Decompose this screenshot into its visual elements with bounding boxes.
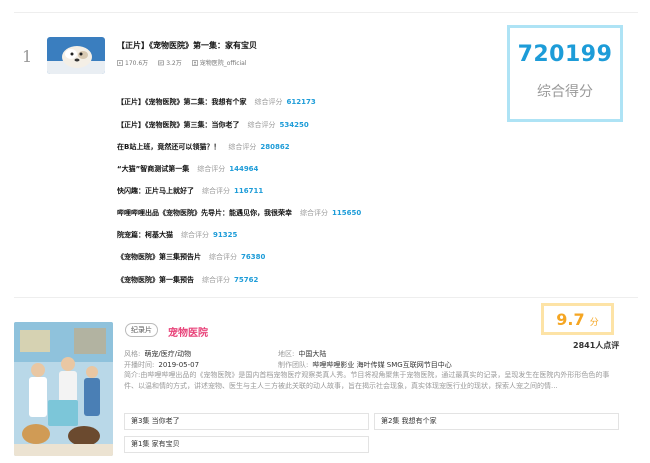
show-title[interactable]: 宠物医院 <box>168 324 208 339</box>
list-item-score-label: 综合评分 <box>202 276 230 284</box>
category-tag: 纪录片 <box>125 323 158 337</box>
video-meta: 170.6万 3.2万 宠物医院_official <box>117 58 247 67</box>
danmaku-count: 3.2万 <box>158 58 182 67</box>
list-item-title: 在B站上班，竟然还可以领猫？！ <box>117 143 221 151</box>
list-item[interactable]: 在B站上班，竟然还可以领猫？！ 综合评分 280862 <box>117 142 290 152</box>
list-item-score: 144964 <box>229 165 259 173</box>
list-item[interactable]: 院宠篇：柯基大猫 综合评分 91325 <box>117 230 237 240</box>
list-item-score: 115650 <box>332 209 362 217</box>
list-item-title: 《宠物医院》第一集预告 <box>117 276 194 284</box>
rating-count: 2841人点评 <box>573 341 620 350</box>
composite-score-value: 720199 <box>517 42 613 67</box>
list-item-score: 116711 <box>234 187 264 195</box>
list-item-title: 哔哩哔哩出品《宠物医院》先导片：能遇见你，我很荣幸 <box>117 209 292 217</box>
divider-top <box>14 12 638 13</box>
desc-text: 由哔哩哔哩出品的《宠物医院》是国内首档宠物医疗观察类真人秀。节目将视角聚焦于宠物… <box>124 371 610 390</box>
list-item-title: 【正片】《宠物医院》第二集：我想有个家 <box>117 98 247 106</box>
result-rank: 1 <box>22 47 33 66</box>
list-item-score-label: 综合评分 <box>209 253 237 261</box>
play-count: 170.6万 <box>117 58 148 67</box>
list-item[interactable]: “大猫”智商测试第一集 综合评分 144964 <box>117 164 258 174</box>
episode-button[interactable]: 第3集 当你老了 <box>124 413 369 430</box>
list-item[interactable]: 快闪趣：正片马上就好了 综合评分 116711 <box>117 186 263 196</box>
uploader[interactable]: 宠物医院_official <box>191 58 247 67</box>
region-value: 中国大陆 <box>298 350 327 358</box>
user-icon <box>191 59 198 66</box>
show-region: 地区: 中国大陆 <box>278 349 326 359</box>
rating-unit: 分 <box>589 318 599 328</box>
uploader-name: 宠物医院_official <box>199 60 247 67</box>
rating-box: 9.7 分 <box>541 303 614 335</box>
list-item-score: 612173 <box>286 98 316 106</box>
list-item-score-label: 综合评分 <box>247 121 276 129</box>
team-value: 哔哩哔哩影业 海叶传媒 SMG互联网节目中心 <box>312 361 452 369</box>
list-item[interactable]: 哔哩哔哩出品《宠物医院》先导片：能遇见你，我很荣幸 综合评分 115650 <box>117 208 361 218</box>
list-item-score: 91325 <box>213 231 238 239</box>
episode-button[interactable]: 第2集 我想有个家 <box>374 413 619 430</box>
list-item-score: 534250 <box>279 121 309 129</box>
list-item-score: 280862 <box>260 143 290 151</box>
video-thumbnail[interactable] <box>47 37 105 74</box>
list-item-title: 院宠篇：柯基大猫 <box>117 231 173 239</box>
list-item-score-label: 综合评分 <box>197 165 226 173</box>
show-description: 简介:由哔哩哔哩出品的《宠物医院》是国内首档宠物医疗观察类真人秀。节目将视角聚焦… <box>124 370 614 392</box>
top-result-title[interactable]: 【正片】《宠物医院》第一集：家有宝贝 <box>117 40 257 51</box>
list-item-title: 快闪趣：正片马上就好了 <box>117 187 194 195</box>
show-date: 开播时间: 2019-05-07 <box>124 360 199 370</box>
show-genre: 风格: 萌宠/医疗/动物 <box>124 349 191 359</box>
genre-label: 风格: <box>124 350 141 358</box>
show-team: 制作团队: 哔哩哔哩影业 海叶传媒 SMG互联网节目中心 <box>278 360 452 370</box>
list-item-title: 【正片】《宠物医院》第三集：当你老了 <box>117 121 240 129</box>
list-item[interactable]: 【正片】《宠物医院》第二集：我想有个家 综合评分 612173 <box>117 97 316 107</box>
composite-score-box: 720199 综合得分 <box>507 25 623 122</box>
list-item-score: 76380 <box>241 253 266 261</box>
date-label: 开播时间: <box>124 361 155 369</box>
genre-value: 萌宠/医疗/动物 <box>144 350 192 358</box>
list-item-score-label: 综合评分 <box>228 143 257 151</box>
rating-value: 9.7 <box>556 310 585 329</box>
team-label: 制作团队: <box>278 361 309 369</box>
list-item[interactable]: 【正片】《宠物医院》第三集：当你老了 综合评分 534250 <box>117 120 309 130</box>
list-item-score: 75762 <box>234 276 259 284</box>
danmaku-count-value: 3.2万 <box>166 60 182 67</box>
composite-score-label: 综合得分 <box>537 84 593 100</box>
danmaku-icon <box>158 59 165 65</box>
play-icon <box>117 59 123 66</box>
list-item-score-label: 综合评分 <box>181 231 209 239</box>
episode-button[interactable]: 第1集 家有宝贝 <box>124 436 369 453</box>
list-item[interactable]: 《宠物医院》第三集预告片 综合评分 76380 <box>117 252 265 262</box>
date-value: 2019-05-07 <box>158 361 200 369</box>
show-poster[interactable] <box>14 322 113 456</box>
list-item-title: “大猫”智商测试第一集 <box>117 165 190 173</box>
desc-label: 简介: <box>124 371 141 379</box>
list-item[interactable]: 《宠物医院》第一集预告 综合评分 75762 <box>117 275 258 285</box>
list-item-title: 《宠物医院》第三集预告片 <box>117 253 201 261</box>
list-item-score-label: 综合评分 <box>254 98 283 106</box>
divider <box>14 297 638 298</box>
play-count-value: 170.6万 <box>125 60 149 67</box>
list-item-score-label: 综合评分 <box>300 209 328 217</box>
list-item-score-label: 综合评分 <box>202 187 230 195</box>
region-label: 地区: <box>278 350 295 358</box>
